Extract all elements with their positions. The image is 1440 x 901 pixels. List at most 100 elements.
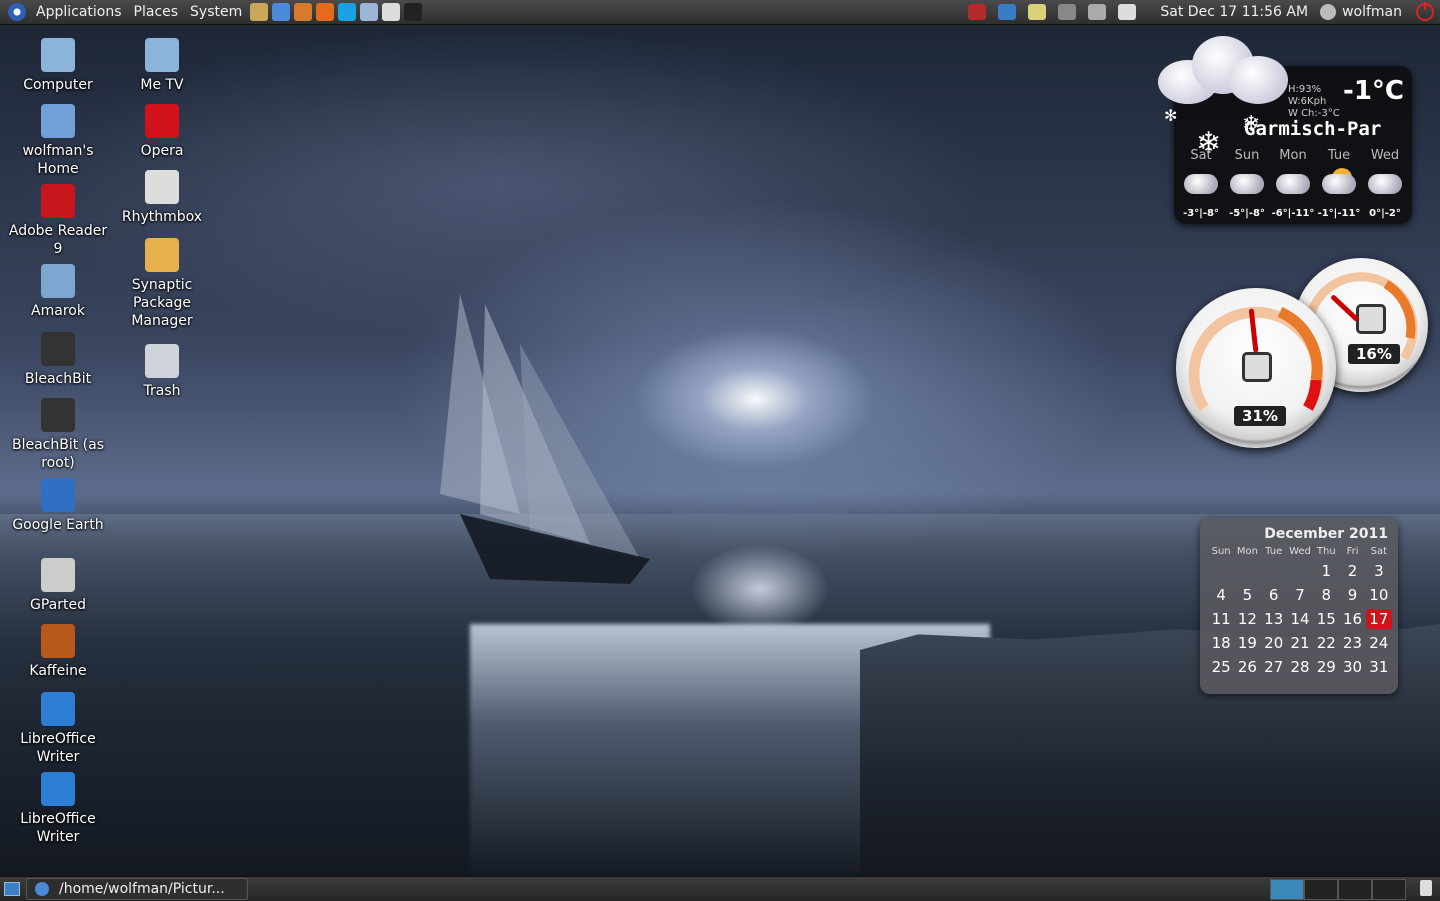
desktop-icon-home-folder[interactable]: wolfman's Home [6, 104, 110, 178]
calendar-title: December 2011 [1264, 526, 1388, 542]
calendar-day[interactable]: 21 [1287, 633, 1313, 653]
desktop-icon-metv[interactable]: Me TV [110, 38, 214, 94]
desktop-icon-bleachbit-root[interactable]: BleachBit (as root) [6, 398, 110, 472]
weather-forecast-ranges: -3°|-8° -5°|-8° -6°|-11° -1°|-11° 0°|-2° [1178, 208, 1408, 219]
calendar-day[interactable]: 28 [1287, 657, 1313, 677]
calendar-today[interactable]: 17 [1365, 609, 1392, 629]
calendar-day[interactable]: 6 [1261, 585, 1287, 605]
workspace-3[interactable] [1338, 879, 1372, 900]
calendar-day[interactable]: 22 [1313, 633, 1339, 653]
calendar-day[interactable]: 20 [1261, 633, 1287, 653]
places-menu[interactable]: Places [128, 0, 185, 24]
calendar-day[interactable]: 7 [1287, 585, 1313, 605]
calendar-day[interactable]: 29 [1313, 657, 1339, 677]
forecast-range: -3°|-8° [1183, 208, 1219, 219]
calendar-day[interactable]: 31 [1366, 657, 1392, 677]
snow-cloud-icon [1362, 166, 1408, 204]
desktop-icon-computer[interactable]: Computer [6, 38, 110, 94]
forecast-day: Tue [1327, 148, 1351, 163]
calendar-day[interactable]: 2 [1339, 561, 1365, 581]
calendar-day[interactable]: 30 [1339, 657, 1365, 677]
desktop-icon-libreoffice-writer[interactable]: LibreOffice Writer [6, 692, 110, 766]
tools-icon[interactable] [250, 3, 269, 21]
trash-applet-icon[interactable] [1420, 880, 1432, 896]
mail-icon[interactable] [1118, 4, 1137, 20]
system-menu[interactable]: System [184, 0, 248, 24]
display-icon[interactable] [1058, 4, 1077, 20]
desktop-icon-rhythmbox[interactable]: Rhythmbox [110, 170, 214, 226]
forecast-range: -1°|-11° [1317, 208, 1361, 219]
trash-icon [145, 344, 179, 378]
weather-city: Garmisch-Par [1244, 118, 1382, 140]
calendar-day[interactable]: 16 [1339, 609, 1365, 629]
calendar-weekday: Sat [1370, 546, 1388, 557]
office-icon[interactable] [294, 3, 313, 21]
notes-icon[interactable] [382, 3, 401, 21]
calendar-weekday: Sun [1211, 546, 1231, 557]
clock[interactable]: Sat Dec 17 11:56 AM [1160, 4, 1308, 20]
username[interactable]: wolfman [1342, 4, 1402, 20]
desktop-icon-kaffeine[interactable]: Kaffeine [6, 624, 110, 680]
weather-widget[interactable]: H:93% W:6Kph W Ch:-3°C -1°C ✻ ❄ ❄ Garmis… [1158, 36, 1412, 224]
files-icon[interactable] [360, 3, 379, 21]
weather-humidity: H:93% [1288, 84, 1322, 95]
calendar-day[interactable]: 14 [1287, 609, 1313, 629]
calendar-day[interactable]: 9 [1339, 585, 1365, 605]
forecast-day: Mon [1279, 148, 1307, 163]
desktop-icon-bleachbit[interactable]: BleachBit [6, 332, 110, 388]
calendar-day[interactable]: 4 [1208, 585, 1234, 605]
calendar-day[interactable]: 18 [1208, 633, 1234, 653]
power-icon[interactable] [1416, 2, 1434, 21]
calendar-day[interactable]: 10 [1366, 585, 1392, 605]
calendar-day[interactable]: 1 [1313, 561, 1339, 581]
calendar-day[interactable]: 3 [1366, 561, 1392, 581]
desktop-icon-adobe-reader[interactable]: Adobe Reader 9 [6, 184, 110, 258]
workspace-1[interactable] [1270, 879, 1304, 900]
calendar-day [1208, 561, 1234, 581]
desktop-icon-synaptic[interactable]: Synaptic Package Manager [110, 238, 214, 330]
calendar-day[interactable]: 19 [1234, 633, 1260, 653]
snow-cloud-icon [1270, 166, 1316, 204]
calendar-day[interactable]: 25 [1208, 657, 1234, 677]
firefox-icon[interactable] [316, 3, 335, 21]
calendar-day[interactable]: 23 [1339, 633, 1365, 653]
forecast-day: Sun [1234, 148, 1260, 163]
show-desktop-button[interactable] [4, 882, 20, 896]
desktop-icon-gparted[interactable]: GParted [6, 558, 110, 614]
calendar-day[interactable]: 15 [1313, 609, 1339, 629]
weather-details: H:93% W:6Kph W Ch:-3°C [1288, 84, 1340, 120]
terminal-icon[interactable] [404, 3, 423, 21]
calendar-day[interactable]: 11 [1208, 609, 1234, 629]
calendar-widget[interactable]: December 2011 Sun Mon Tue Wed Thu Fri Sat 1 2 3 4 5… [1200, 518, 1398, 694]
cpu-gauge[interactable]: 31% [1176, 288, 1336, 448]
workspace-2[interactable] [1304, 879, 1338, 900]
taskbar-window-button[interactable]: /home/wolfman/Pictur... [26, 878, 248, 900]
desktop-icon-google-earth[interactable]: Google Earth [6, 478, 110, 534]
volume-icon[interactable] [1088, 4, 1107, 20]
desktop-icon-amarok[interactable]: Amarok [6, 264, 110, 320]
desktop-icon-opera[interactable]: Opera [110, 104, 214, 160]
calendar-day[interactable]: 27 [1261, 657, 1287, 677]
calendar-day[interactable]: 26 [1234, 657, 1260, 677]
memory-percent: 16% [1348, 344, 1400, 364]
calendar-day[interactable]: 12 [1234, 609, 1260, 629]
calendar-weekday: Mon [1236, 546, 1258, 557]
calendar-day[interactable]: 5 [1234, 585, 1260, 605]
applications-menu[interactable]: Applications [30, 0, 128, 24]
ubuntu-logo-icon[interactable] [8, 3, 26, 21]
calendar-day[interactable]: 8 [1313, 585, 1339, 605]
network-browser-icon[interactable] [998, 4, 1017, 20]
cpu-percent: 31% [1234, 406, 1286, 426]
desktop-icon-libreoffice-writer[interactable]: LibreOffice Writer [6, 772, 110, 846]
user-status-icon[interactable] [1320, 4, 1337, 20]
calendar-day[interactable]: 24 [1366, 633, 1392, 653]
calendar-grid: Sun Mon Tue Wed Thu Fri Sat 1 2 3 4 5 6 7 8 9 10 11 12 13 14… [1208, 546, 1392, 677]
calendar-day[interactable]: 13 [1261, 609, 1287, 629]
workspace-4[interactable] [1372, 879, 1406, 900]
update-notifier-icon[interactable] [968, 4, 987, 20]
weather-forecast-icons [1178, 166, 1408, 204]
browser-icon[interactable] [272, 3, 291, 21]
clipboard-icon[interactable] [1028, 4, 1047, 20]
skype-icon[interactable] [338, 3, 357, 21]
desktop-icon-trash[interactable]: Trash [110, 344, 214, 400]
